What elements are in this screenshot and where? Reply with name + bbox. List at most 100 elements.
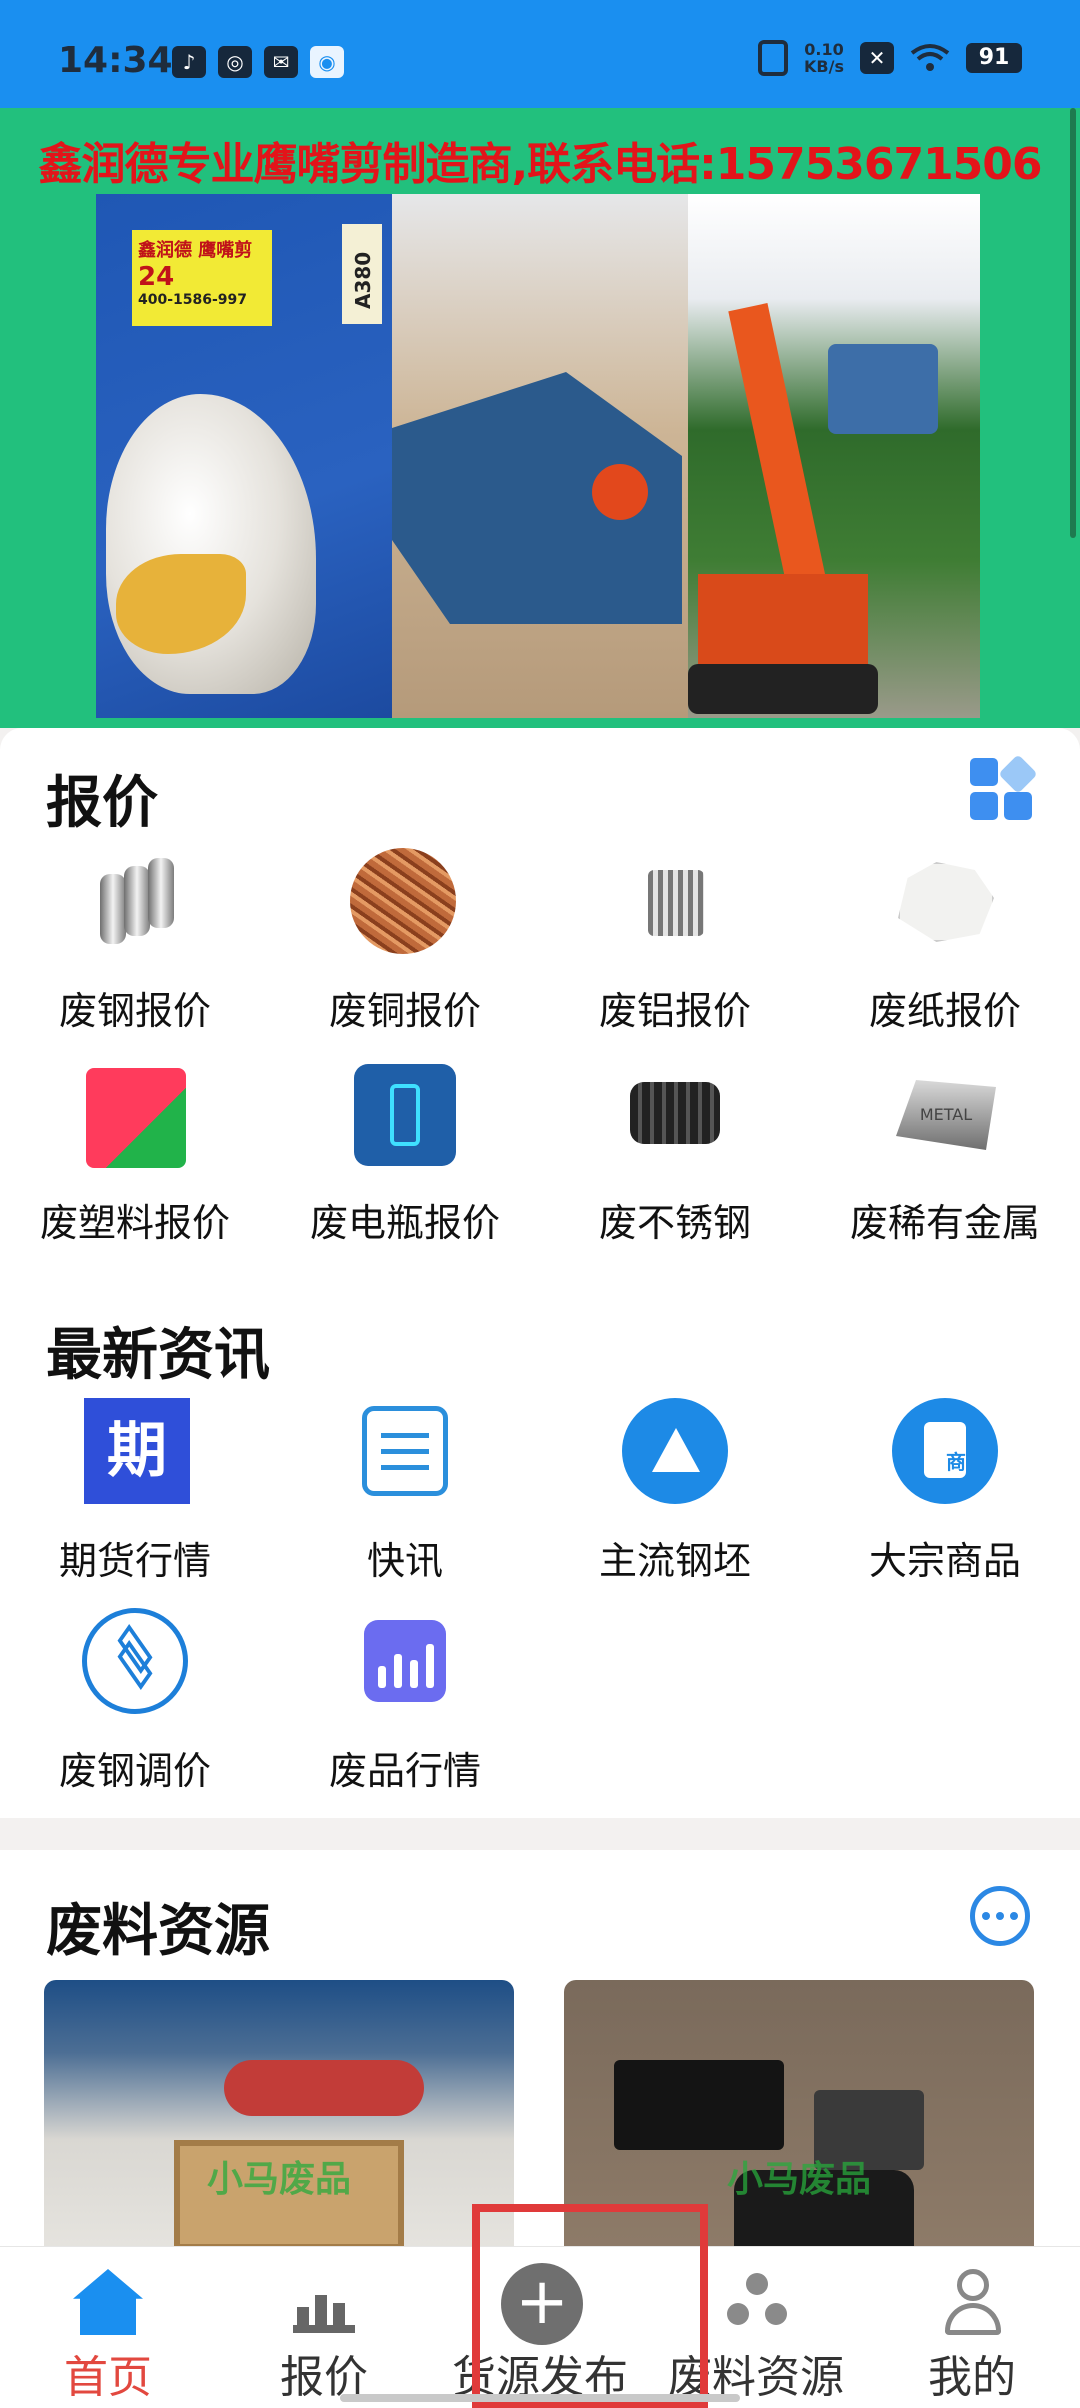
banner-image: 鑫润德 鹰嘴剪 24 400-1586-997 A380 <box>96 194 980 718</box>
news-item-market[interactable]: 废品行情 <box>270 1608 540 1795</box>
excavator-tracks <box>688 664 878 714</box>
nav-tab-home[interactable]: 首页 <box>0 2269 216 2405</box>
sticker-phone: 400-1586-997 <box>138 292 248 308</box>
excavator-arm <box>728 303 828 595</box>
group-icon <box>721 2269 791 2335</box>
quote-item-scrap-stainless[interactable]: 废不锈钢 <box>540 1060 810 1247</box>
scrap-object <box>224 2060 424 2116</box>
plastic-icon <box>80 1060 190 1170</box>
status-indicators: 0.10 KB/s ✕ 91 <box>758 40 1022 76</box>
eagle-illustration <box>106 394 316 694</box>
sticker-brand: 鑫润德 鹰嘴剪 <box>138 240 253 261</box>
more-icon[interactable] <box>970 1886 1030 1946</box>
futures-icon: 期 <box>80 1398 190 1508</box>
promo-banner[interactable]: 鑫润德专业鹰嘴剪制造商,联系电话:15753671506 鑫润德 鹰嘴剪 24 … <box>0 108 1080 728</box>
aluminum-can-icon <box>620 848 730 958</box>
banner-headline: 鑫润德专业鹰嘴剪制造商,联系电话:15753671506 <box>38 139 1042 190</box>
news-item-label: 废品行情 <box>328 1749 481 1793</box>
news-flash-icon <box>350 1398 460 1508</box>
main-card: 报价 废钢报价 废铜报价 废铝报价 废纸报价 废塑料报价 废电瓶报价 废不锈钢 … <box>0 728 1080 1818</box>
status-time: 14:34 <box>58 40 173 81</box>
network-speed-value: 0.10 <box>804 40 844 59</box>
quote-item-label: 废纸报价 <box>868 989 1021 1033</box>
news-item-futures[interactable]: 期 期货行情 <box>0 1398 270 1585</box>
brand-sticker: 鑫润德 鹰嘴剪 24 400-1586-997 <box>132 230 272 326</box>
quote-item-scrap-paper[interactable]: 废纸报价 <box>810 848 1080 1035</box>
stainless-parts-icon <box>620 1060 730 1170</box>
news-item-label: 大宗商品 <box>868 1539 1021 1583</box>
news-item-label: 期货行情 <box>58 1539 211 1583</box>
grid-cell <box>970 758 998 786</box>
scroll-indicator <box>1070 108 1076 538</box>
news-item-commodity[interactable]: 商 大宗商品 <box>810 1398 1080 1585</box>
quote-item-scrap-copper[interactable]: 废铜报价 <box>270 848 540 1035</box>
quote-item-label: 废稀有金属 <box>849 1201 1040 1245</box>
wifi-icon <box>910 44 950 71</box>
nav-label: 首页 <box>64 2352 152 2403</box>
commodity-glyph: 商 <box>924 1422 966 1478</box>
excavator-photo <box>688 194 980 718</box>
highlight-annotation <box>472 2204 708 2408</box>
bar-chart-icon <box>350 1608 460 1718</box>
baidu-icon: ◉ <box>310 46 344 78</box>
status-bar: 14:34 ♪ ◎ ✉ ◉ 0.10 KB/s ✕ 91 <box>0 0 1080 108</box>
nav-label: 我的 <box>928 2352 1016 2403</box>
quote-item-label: 废铜报价 <box>328 989 481 1033</box>
resource-card-image[interactable]: 小马废品 <box>44 1980 514 2270</box>
gesture-bar[interactable] <box>340 2394 740 2402</box>
news-item-flash[interactable]: 快讯 <box>270 1398 540 1585</box>
resources-section-title: 废料资源 <box>46 1899 270 1964</box>
status-app-icons: ♪ ◎ ✉ ◉ <box>172 46 344 78</box>
quote-item-scrap-plastic[interactable]: 废塑料报价 <box>0 1060 270 1247</box>
blocked-icon: ✕ <box>860 42 894 74</box>
image-watermark: 小马废品 <box>726 2159 871 2200</box>
quote-item-label: 废不锈钢 <box>598 1201 751 1245</box>
steel-billet-icon <box>620 1398 730 1508</box>
nav-tab-quotes[interactable]: 报价 <box>216 2269 432 2405</box>
user-icon <box>937 2269 1007 2335</box>
commodity-icon: 商 <box>890 1398 1000 1508</box>
steel-pipes-icon <box>80 848 190 958</box>
copper-wire-icon <box>350 848 460 958</box>
quote-item-rare-metal[interactable]: METAL 废稀有金属 <box>810 1060 1080 1247</box>
shear-pivot <box>592 464 648 520</box>
app-icon: ◎ <box>218 46 252 78</box>
nav-tab-mine[interactable]: 我的 <box>864 2269 1080 2405</box>
network-speed-unit: KB/s <box>804 57 844 76</box>
grid-cell <box>998 754 1038 794</box>
image-watermark: 小马废品 <box>206 2159 351 2200</box>
scrap-part <box>614 2060 784 2150</box>
crumpled-paper-icon <box>890 848 1000 958</box>
quote-item-label: 废电瓶报价 <box>309 1201 500 1245</box>
news-item-steel-adjust[interactable]: 废钢调价 <box>0 1608 270 1795</box>
quote-item-label: 废塑料报价 <box>39 1201 230 1245</box>
grid-cell <box>1004 792 1032 820</box>
quote-item-scrap-battery[interactable]: 废电瓶报价 <box>270 1060 540 1247</box>
battery-level: 91 <box>966 43 1022 73</box>
grid-cell <box>970 792 998 820</box>
model-tag-text: A380 <box>351 251 375 309</box>
model-tag: A380 <box>342 224 382 324</box>
quote-item-label: 废钢报价 <box>58 989 211 1033</box>
news-item-label: 主流钢坯 <box>598 1539 751 1583</box>
resources-section: 废料资源 小马废品 小马废品 <box>0 1850 1080 2270</box>
chart-icon <box>289 2269 359 2335</box>
news-section-title: 最新资讯 <box>46 1323 270 1388</box>
network-speed: 0.10 KB/s <box>804 41 844 75</box>
sticker-number: 24 <box>138 262 175 292</box>
home-icon <box>73 2269 143 2335</box>
excavator-shear <box>828 344 938 434</box>
news-item-steel-billet[interactable]: 主流钢坯 <box>540 1398 810 1585</box>
news-item-label: 快讯 <box>366 1539 443 1583</box>
quote-item-label: 废铝报价 <box>598 989 751 1033</box>
quote-item-scrap-steel[interactable]: 废钢报价 <box>0 848 270 1035</box>
vibrate-icon <box>758 40 789 76</box>
shear-machine-photo <box>392 194 688 718</box>
quotes-section-title: 报价 <box>46 771 158 836</box>
news-item-label: 废钢调价 <box>58 1749 211 1793</box>
futures-glyph: 期 <box>84 1398 190 1504</box>
grid-menu-icon[interactable] <box>970 754 1038 822</box>
quote-item-scrap-aluminum[interactable]: 废铝报价 <box>540 848 810 1035</box>
metal-ingot-icon: METAL <box>890 1060 1000 1170</box>
mail-icon: ✉ <box>264 46 298 78</box>
